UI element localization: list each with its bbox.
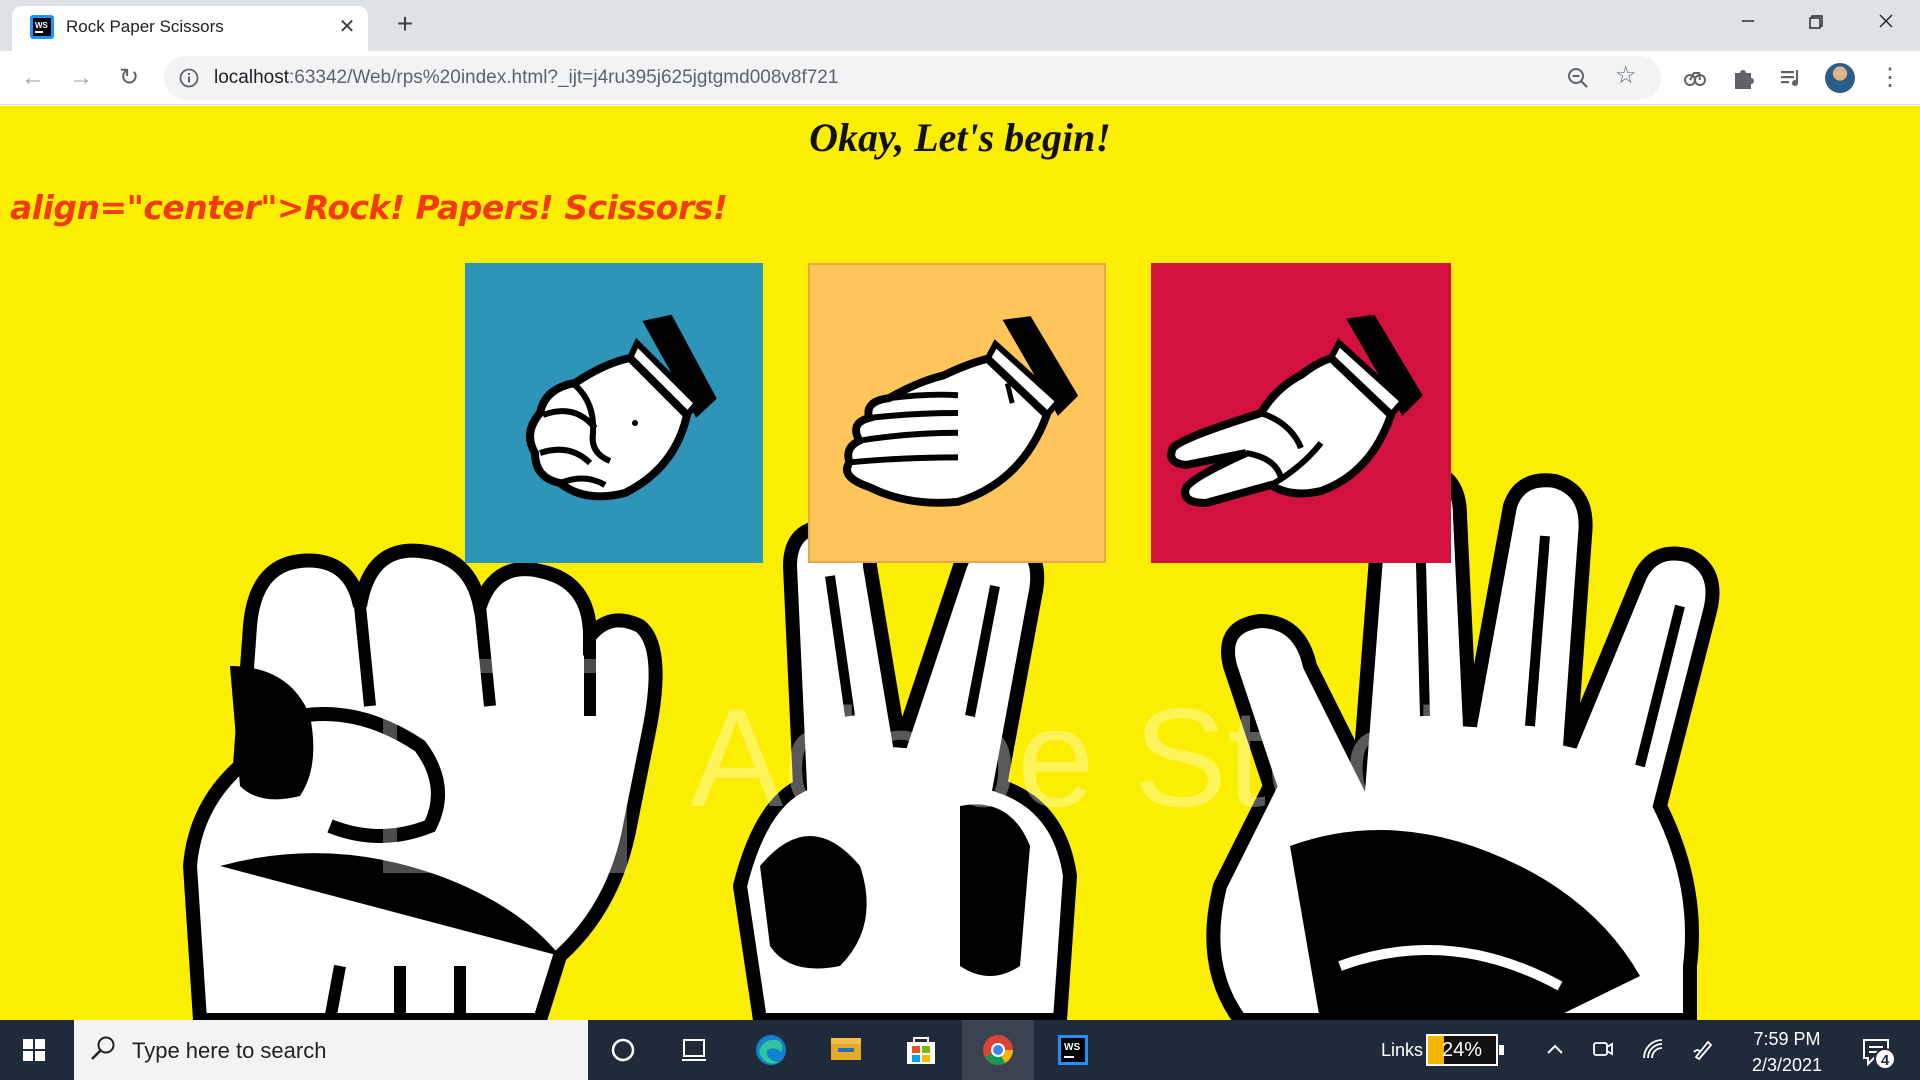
cortana-icon[interactable] [588,1020,660,1080]
tab-strip: WS Rock Paper Scissors ✕ + [0,0,1920,51]
page-subheading: align="center">Rock! Papers! Scissors! [10,188,728,227]
svg-text:WS: WS [35,21,49,30]
rock-hand-icon [526,314,717,501]
edge-browser-icon[interactable] [735,1020,807,1080]
battery-percent: 24% [1442,1039,1483,1061]
bookmark-star-icon[interactable]: ☆ [1615,64,1637,88]
chrome-icon[interactable] [962,1020,1034,1080]
scissors-choice-button[interactable] [1151,263,1451,563]
forward-button[interactable]: → [66,63,96,93]
clock-date: 2/3/2021 [1751,1055,1823,1075]
windows-taskbar: Type here to search WS Links 24% 7:59 PM… [0,1020,1920,1080]
tab-close-icon[interactable]: ✕ [334,14,360,40]
scissors-hand-icon [1167,314,1423,508]
page-content: Adobe Stock Okay, Let's begin! align="ce… [0,106,1920,1020]
background-fist [182,543,663,1020]
new-tab-button[interactable]: + [390,9,420,39]
wifi-icon[interactable] [1638,1034,1668,1064]
meet-now-icon[interactable] [1588,1034,1618,1064]
webstorm-icon: WS [30,15,54,39]
url-host: localhost [214,67,289,88]
reload-button[interactable]: ↻ [114,63,144,93]
stock-watermark: Adobe Stock [690,679,1485,836]
notification-count-badge: 4 [1874,1048,1896,1070]
paper-hand-icon [843,316,1079,507]
tab-title: Rock Paper Scissors [66,17,224,36]
info-icon[interactable] [178,67,200,89]
page-heading: Okay, Let's begin! [809,115,1111,160]
close-window-icon[interactable] [1863,6,1909,42]
address-bar[interactable]: localhost:63342/Web/rps%20index.html?_ij… [164,56,1661,100]
chevron-up-icon[interactable] [1540,1034,1570,1064]
url-text[interactable]: localhost:63342/Web/rps%20index.html?_ij… [214,67,838,89]
file-explorer-icon[interactable] [810,1020,882,1080]
search-icon [91,1036,115,1060]
pen-icon[interactable] [1688,1034,1718,1064]
url-path: :63342/Web/rps%20index.html?_ijt=j4ru395… [289,67,839,88]
svg-text:WS: WS [1064,1042,1080,1053]
paper-choice-button[interactable] [808,263,1106,563]
windows-start-icon[interactable] [0,1020,70,1080]
media-queue-icon[interactable] [1778,65,1804,91]
back-button[interactable]: ← [18,63,48,93]
battery-indicator[interactable]: 24% [1426,1034,1504,1066]
tab-rock-paper-scissors[interactable]: WS Rock Paper Scissors ✕ [12,6,368,51]
links-toolbar-label[interactable]: Links [1381,1040,1423,1061]
background-hands-image: Adobe Stock [182,460,1720,1020]
restore-icon[interactable] [1793,6,1839,42]
clock-time: 7:59 PM [1753,1029,1821,1049]
puzzle-extensions-icon[interactable] [1731,65,1757,91]
microsoft-store-icon[interactable] [885,1020,957,1080]
extension-icon[interactable] [1682,65,1708,91]
browser-menu-button[interactable]: ⋮ [1878,63,1902,93]
minimize-icon[interactable] [1725,6,1771,42]
zoom-out-icon[interactable] [1566,66,1590,90]
search-placeholder: Type here to search [132,1038,327,1063]
rock-choice-button[interactable] [465,263,763,563]
profile-avatar[interactable] [1825,63,1855,93]
action-center-button[interactable]: 4 [1858,1034,1896,1070]
browser-toolbar: ← → ↻ localhost:63342/Web/rps%20index.ht… [0,51,1920,105]
task-view-icon[interactable] [660,1020,732,1080]
system-clock[interactable]: 7:59 PM 2/3/2021 [1733,1026,1841,1078]
taskbar-search-box[interactable]: Type here to search [74,1020,588,1080]
webstorm-taskbar-icon[interactable]: WS [1037,1020,1109,1080]
